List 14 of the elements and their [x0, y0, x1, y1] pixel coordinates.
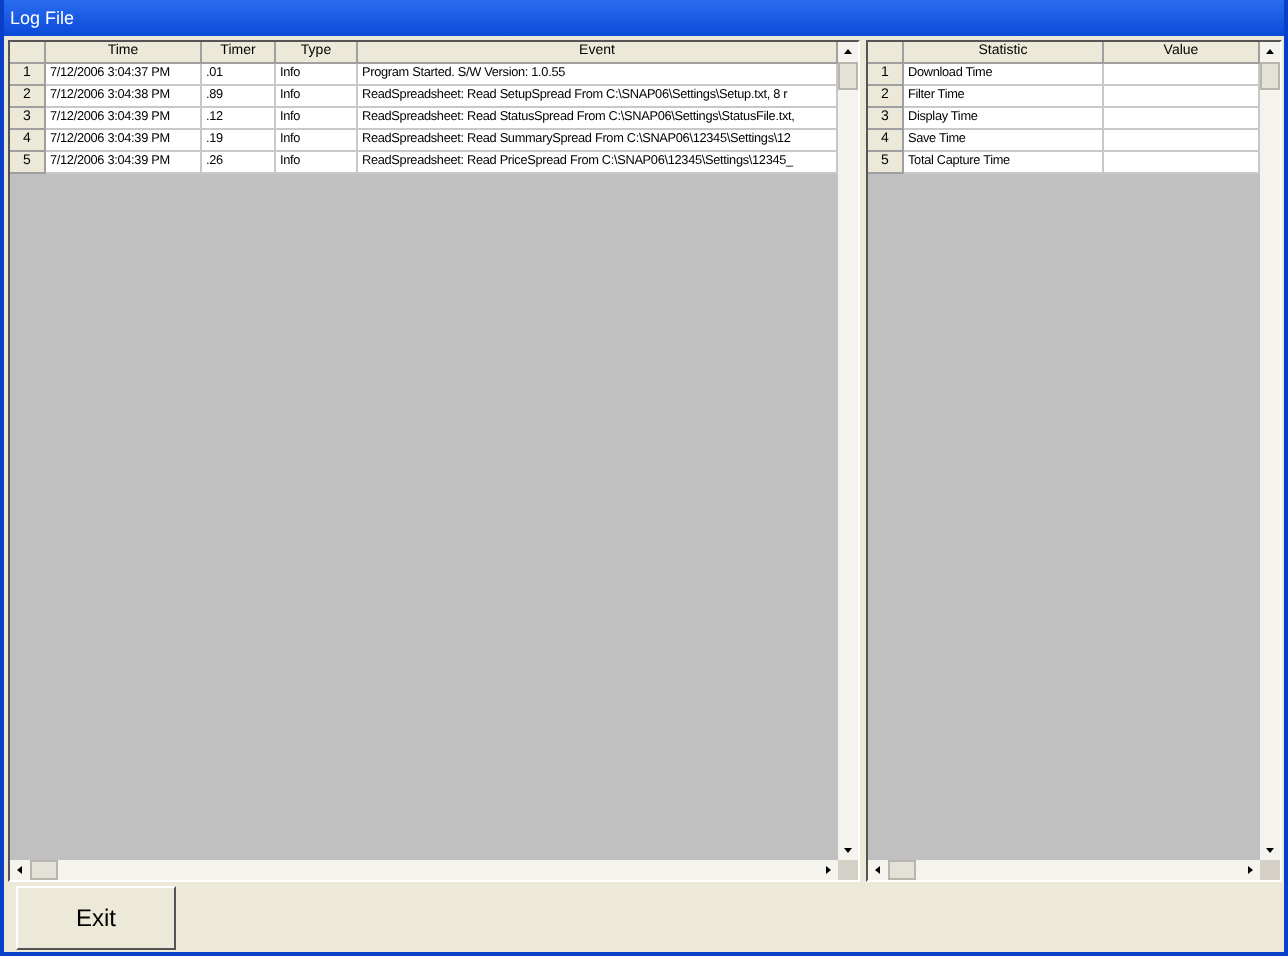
- size-grip: [838, 860, 858, 880]
- scroll-thumb[interactable]: [888, 860, 916, 880]
- vertical-scrollbar[interactable]: [838, 42, 858, 860]
- exit-button[interactable]: Exit: [16, 885, 176, 949]
- horizontal-scrollbar[interactable]: [10, 860, 858, 880]
- corner-header: [868, 42, 904, 64]
- scroll-thumb[interactable]: [838, 62, 858, 90]
- scroll-thumb[interactable]: [30, 860, 58, 880]
- corner-header: [10, 42, 46, 64]
- scroll-thumb[interactable]: [1260, 62, 1280, 90]
- vertical-scrollbar[interactable]: [1260, 42, 1280, 860]
- size-grip: [1260, 860, 1280, 880]
- horizontal-scrollbar[interactable]: [868, 860, 1280, 880]
- window-title: Log File: [4, 0, 1284, 36]
